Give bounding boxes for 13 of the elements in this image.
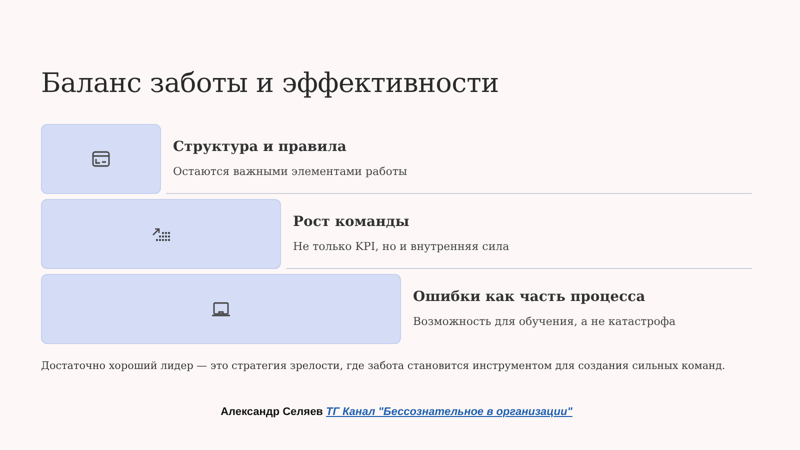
step-description: Остаются важными элементами работы (173, 165, 408, 178)
step-heading: Структура и правила (173, 139, 348, 155)
step-description: Возможность для обучения, а не катастрофа (413, 315, 677, 328)
step-heading: Рост команды (293, 214, 410, 230)
laptop-icon (212, 301, 230, 317)
growth-chart-icon (152, 226, 170, 242)
card-icon (92, 151, 110, 167)
step-heading: Ошибки как часть процесса (413, 289, 646, 305)
channel-link[interactable]: ТГ Канал "Бессознательное в организации" (326, 406, 572, 418)
step-description: Не только KPI, но и внутренняя сила (293, 240, 510, 253)
author-name: Александр Селяев (220, 406, 323, 418)
summary-text: Достаточно хороший лидер — это стратегия зрелости, где забота становится инструментом для создания сильных команд. (41, 360, 726, 372)
slide-title: Баланс заботы и эффективности (41, 68, 500, 99)
